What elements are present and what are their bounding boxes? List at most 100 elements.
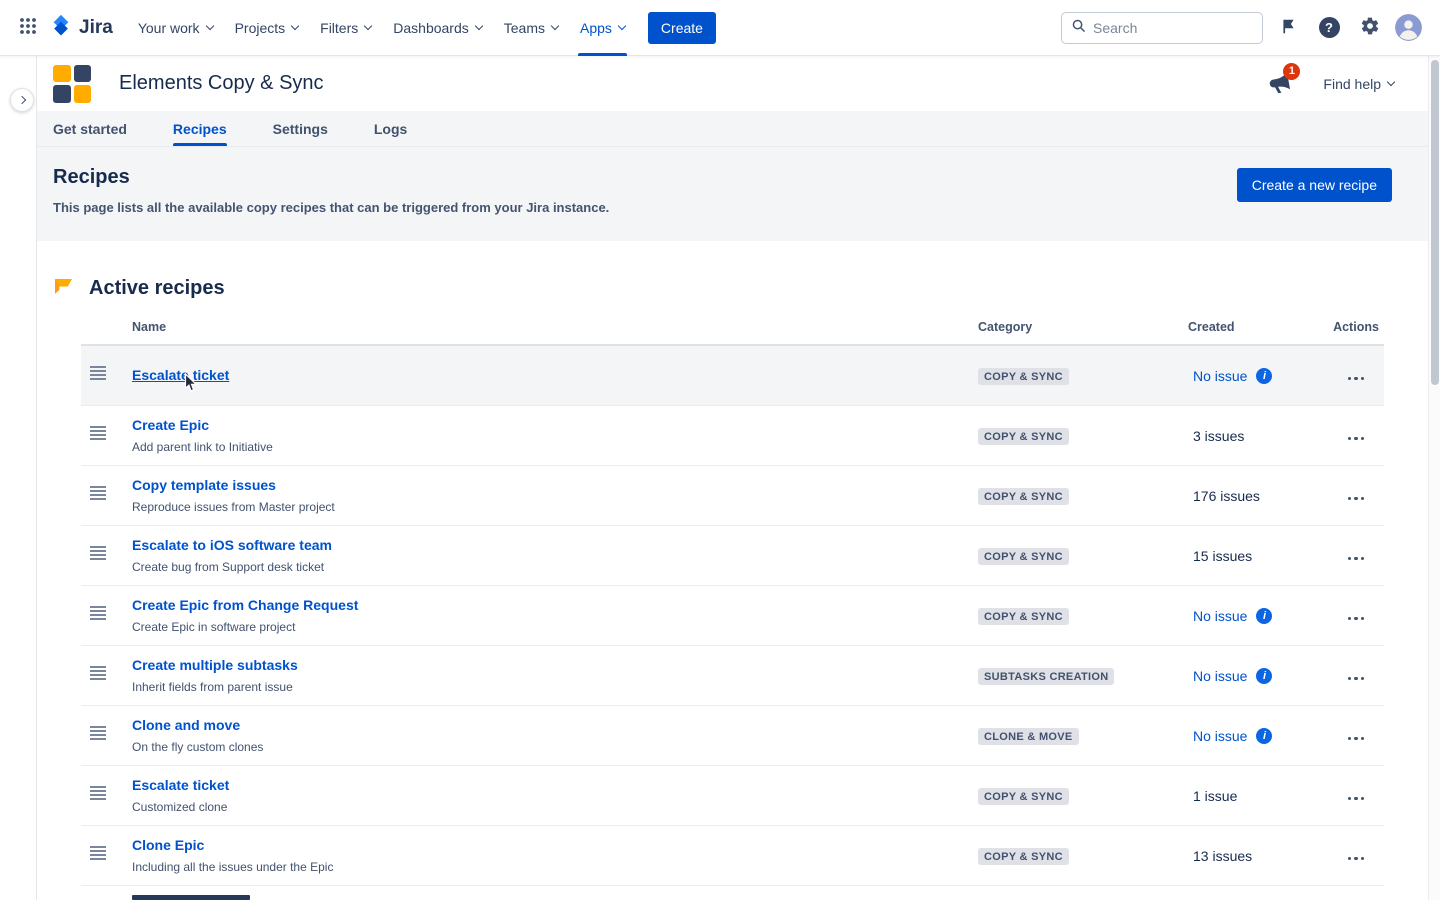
category-cell: COPY & SYNC — [978, 367, 1188, 385]
recipe-name-link[interactable]: Clone Epic — [132, 837, 204, 853]
category-badge: COPY & SYNC — [978, 488, 1069, 505]
drag-handle-cell — [81, 486, 129, 505]
tab-get-started[interactable]: Get started — [53, 111, 127, 146]
recipes-table-body: Escalate ticket COPY & SYNC No issue i C… — [81, 346, 1384, 886]
drag-handle-icon[interactable] — [90, 426, 106, 440]
tab-recipes[interactable]: Recipes — [173, 111, 227, 146]
nav-filters[interactable]: Filters — [309, 0, 382, 56]
recipe-name-link[interactable]: Create Epic from Change Request — [132, 597, 358, 613]
recipe-name-link[interactable]: Escalate ticket — [132, 777, 229, 793]
actions-cell — [1328, 482, 1384, 509]
created-value[interactable]: No issue — [1193, 368, 1247, 384]
column-header-category: Category — [978, 320, 1188, 334]
created-value[interactable]: No issue — [1193, 728, 1247, 744]
created-cell: 3 issues — [1188, 428, 1328, 444]
info-icon[interactable]: i — [1256, 368, 1272, 384]
nav-projects[interactable]: Projects — [224, 0, 310, 56]
jira-logo[interactable]: Jira — [44, 14, 127, 41]
nav-teams[interactable]: Teams — [493, 0, 569, 56]
row-actions-button[interactable] — [1338, 662, 1374, 689]
drag-handle-icon[interactable] — [90, 786, 106, 800]
drag-handle-icon[interactable] — [90, 486, 106, 500]
recipe-name-link[interactable]: Clone and move — [132, 717, 240, 733]
user-avatar[interactable] — [1395, 14, 1422, 41]
row-actions-button[interactable] — [1338, 422, 1374, 449]
row-actions-button[interactable] — [1338, 782, 1374, 809]
created-cell: 1 issue — [1188, 788, 1328, 804]
recipe-name-link[interactable]: Create multiple subtasks — [132, 657, 298, 673]
primary-nav: Your work Projects Filters Dashboards Te… — [127, 0, 636, 56]
row-actions-button[interactable] — [1338, 842, 1374, 869]
tab-logs[interactable]: Logs — [374, 111, 407, 146]
announcements-button[interactable]: 1 — [1265, 71, 1293, 97]
drag-handle-icon[interactable] — [90, 606, 106, 620]
column-header-name: Name — [129, 320, 978, 334]
created-cell: No issue i — [1188, 608, 1328, 624]
chevron-down-icon — [475, 21, 483, 29]
recipe-name-cell: Create multiple subtasks Inherit fields … — [129, 657, 978, 694]
search-box[interactable] — [1061, 12, 1263, 44]
product-name: Jira — [79, 17, 113, 39]
actions-cell — [1328, 722, 1384, 749]
created-value: 3 issues — [1193, 428, 1244, 444]
recipe-name-cell: Escalate to iOS software team Create bug… — [129, 537, 978, 574]
recipe-name-link[interactable]: Escalate ticket — [132, 367, 229, 383]
created-value[interactable]: No issue — [1193, 668, 1247, 684]
column-header-actions: Actions — [1328, 320, 1384, 334]
category-badge: COPY & SYNC — [978, 788, 1069, 805]
find-help-button[interactable]: Find help — [1323, 76, 1394, 92]
recipe-name-link[interactable]: Copy template issues — [132, 477, 276, 493]
nav-your-work[interactable]: Your work — [127, 0, 224, 56]
settings-button[interactable] — [1354, 12, 1386, 44]
info-icon[interactable]: i — [1256, 728, 1272, 744]
create-new-recipe-button[interactable]: Create a new recipe — [1237, 168, 1392, 202]
created-value: 1 issue — [1193, 788, 1237, 804]
app-header: Elements Copy & Sync 1 Find help — [37, 56, 1428, 111]
help-icon: ? — [1319, 17, 1340, 38]
chevron-down-icon — [551, 21, 559, 29]
scrollbar-thumb[interactable] — [1431, 60, 1439, 385]
nav-dashboards[interactable]: Dashboards — [382, 0, 493, 56]
created-value[interactable]: No issue — [1193, 608, 1247, 624]
jira-logo-icon — [50, 14, 72, 41]
chevron-down-icon — [205, 21, 213, 29]
chevron-right-icon — [18, 96, 26, 104]
elements-app-icon — [53, 65, 91, 103]
drag-handle-icon[interactable] — [90, 726, 106, 740]
row-actions-button[interactable] — [1338, 602, 1374, 629]
drag-handle-icon[interactable] — [90, 546, 106, 560]
actions-cell — [1328, 782, 1384, 809]
created-cell: No issue i — [1188, 668, 1328, 684]
info-icon[interactable]: i — [1256, 668, 1272, 684]
search-input[interactable] — [1093, 20, 1253, 36]
recipe-name-link[interactable]: Escalate to iOS software team — [132, 537, 332, 553]
tab-settings[interactable]: Settings — [273, 111, 328, 146]
recipe-description: Create Epic in software project — [132, 620, 978, 634]
nav-apps[interactable]: Apps — [569, 0, 636, 56]
drag-handle-icon[interactable] — [90, 666, 106, 680]
row-actions-button[interactable] — [1338, 722, 1374, 749]
drag-handle-icon[interactable] — [90, 846, 106, 860]
app-switcher-button[interactable] — [12, 12, 44, 44]
recipe-description: Add parent link to Initiative — [132, 440, 978, 454]
nav-label: Your work — [138, 20, 200, 36]
chevron-down-icon — [1387, 77, 1395, 85]
table-row: Copy template issues Reproduce issues fr… — [81, 466, 1384, 526]
actions-cell — [1328, 842, 1384, 869]
drag-handle-icon[interactable] — [90, 366, 106, 380]
flag-button[interactable] — [1272, 12, 1304, 44]
row-actions-button[interactable] — [1338, 542, 1374, 569]
expand-sidebar-button[interactable] — [10, 88, 34, 112]
page-header: Recipes This page lists all the availabl… — [37, 147, 1428, 241]
category-badge: CLONE & MOVE — [978, 728, 1079, 745]
create-button[interactable]: Create — [648, 12, 716, 44]
category-badge: COPY & SYNC — [978, 428, 1069, 445]
info-icon[interactable]: i — [1256, 608, 1272, 624]
category-badge: COPY & SYNC — [978, 368, 1069, 385]
row-actions-button[interactable] — [1338, 362, 1374, 389]
category-cell: COPY & SYNC — [978, 427, 1188, 445]
help-button[interactable]: ? — [1313, 12, 1345, 44]
row-actions-button[interactable] — [1338, 482, 1374, 509]
next-row-clipped-text — [132, 895, 250, 900]
recipe-name-link[interactable]: Create Epic — [132, 417, 209, 433]
